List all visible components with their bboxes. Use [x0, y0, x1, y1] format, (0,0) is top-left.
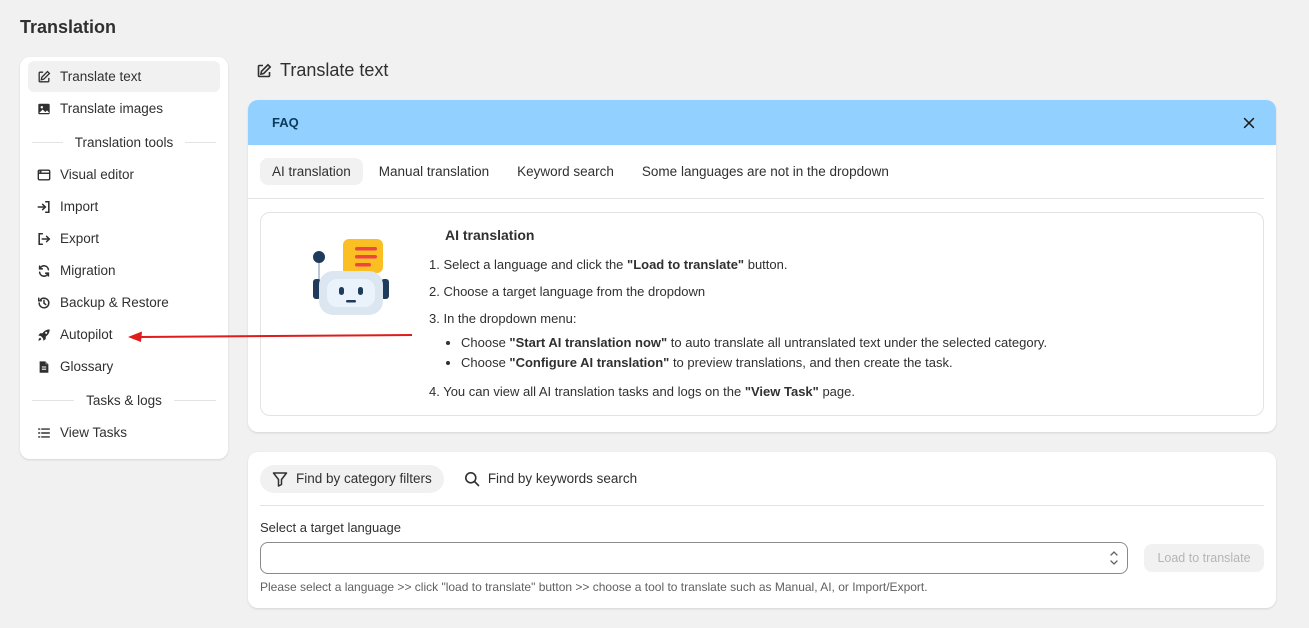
sidebar-item-label: Autopilot: [60, 327, 113, 342]
faq-card: FAQ AI translation Manual translation Ke…: [248, 100, 1276, 432]
tab-find-by-keywords[interactable]: Find by keywords search: [452, 465, 649, 493]
edit-icon: [37, 70, 51, 84]
faq-banner: FAQ: [248, 100, 1276, 145]
select-chevron-icon: [1110, 551, 1118, 565]
section-translation-tools: Translation tools: [28, 125, 220, 159]
export-icon: [37, 232, 51, 246]
tab-languages-not-in-dropdown[interactable]: Some languages are not in the dropdown: [630, 158, 901, 185]
edit-icon: [256, 63, 272, 79]
filter-icon: [272, 471, 288, 487]
sidebar-item-label: Export: [60, 231, 100, 246]
faq-step-1: 1. Select a language and click the "Load…: [429, 257, 788, 272]
filter-tabs: Find by category filters Find by keyword…: [260, 452, 1264, 506]
sidebar-item-visual-editor[interactable]: Visual editor: [28, 159, 220, 190]
sidebar-item-glossary[interactable]: Glossary: [28, 351, 220, 382]
faq-body: AI translation 1. Select a language and …: [260, 212, 1264, 416]
rocket-icon: [37, 328, 51, 342]
close-icon[interactable]: [1240, 114, 1258, 132]
sidebar-item-view-tasks[interactable]: View Tasks: [28, 417, 220, 448]
search-icon: [464, 471, 480, 487]
browser-window-icon: [37, 168, 51, 182]
sidebar-item-label: Visual editor: [60, 167, 135, 182]
target-language-select[interactable]: [260, 542, 1128, 574]
target-language-label: Select a target language: [260, 520, 401, 535]
sidebar-item-label: View Tasks: [60, 425, 128, 440]
faq-step-2: 2. Choose a target language from the dro…: [429, 284, 706, 299]
sidebar-item-autopilot[interactable]: Autopilot: [28, 319, 220, 350]
faq-step-3-sub-2: Choose "Configure AI translation" to pre…: [461, 353, 1243, 373]
sidebar-item-import[interactable]: Import: [28, 191, 220, 222]
history-icon: [37, 296, 51, 310]
refresh-icon: [37, 264, 51, 278]
sidebar-item-migration[interactable]: Migration: [28, 255, 220, 286]
help-text: Please select a language >> click "load …: [260, 580, 928, 594]
faq-title: FAQ: [272, 115, 299, 130]
filter-card: Find by category filters Find by keyword…: [248, 452, 1276, 608]
faq-content: AI translation 1. Select a language and …: [429, 227, 1243, 411]
sidebar-item-label: Translate images: [60, 101, 164, 116]
sidebar-item-translate-text[interactable]: Translate text: [28, 61, 220, 92]
sidebar-item-translate-images[interactable]: Translate images: [28, 93, 220, 124]
faq-step-4: 4. You can view all AI translation tasks…: [429, 384, 855, 399]
sidebar-item-label: Import: [60, 199, 99, 214]
page-title: Translation: [20, 17, 117, 37]
faq-content-heading: AI translation: [445, 227, 535, 243]
sidebar-item-label: Backup & Restore: [60, 295, 169, 310]
list-icon: [37, 426, 51, 440]
faq-step-3-sub-1: Choose "Start AI translation now" to aut…: [461, 333, 1243, 353]
tab-keyword-search[interactable]: Keyword search: [505, 158, 626, 185]
faq-tabs: AI translation Manual translation Keywor…: [248, 145, 1264, 199]
sidebar-item-label: Migration: [60, 263, 116, 278]
main-title-text: Translate text: [280, 60, 389, 80]
sidebar-item-label: Translate text: [60, 69, 142, 84]
document-icon: [37, 360, 51, 374]
main-title: Translate text: [256, 60, 388, 81]
tab-find-by-category[interactable]: Find by category filters: [260, 464, 444, 493]
sidebar-item-backup-restore[interactable]: Backup & Restore: [28, 287, 220, 318]
image-icon: [37, 102, 51, 116]
tab-ai-translation[interactable]: AI translation: [260, 158, 363, 185]
load-to-translate-button[interactable]: Load to translate: [1144, 544, 1264, 572]
sidebar-item-export[interactable]: Export: [28, 223, 220, 254]
tab-manual-translation[interactable]: Manual translation: [367, 158, 501, 185]
section-tasks-logs: Tasks & logs: [28, 383, 220, 417]
faq-step-3: 3. In the dropdown menu: Choose "Start A…: [429, 311, 1243, 373]
sidebar: Translate text Translate images Translat…: [20, 57, 228, 459]
sidebar-item-label: Glossary: [60, 359, 114, 374]
import-icon: [37, 200, 51, 214]
robot-chat-illustration: [313, 239, 389, 315]
